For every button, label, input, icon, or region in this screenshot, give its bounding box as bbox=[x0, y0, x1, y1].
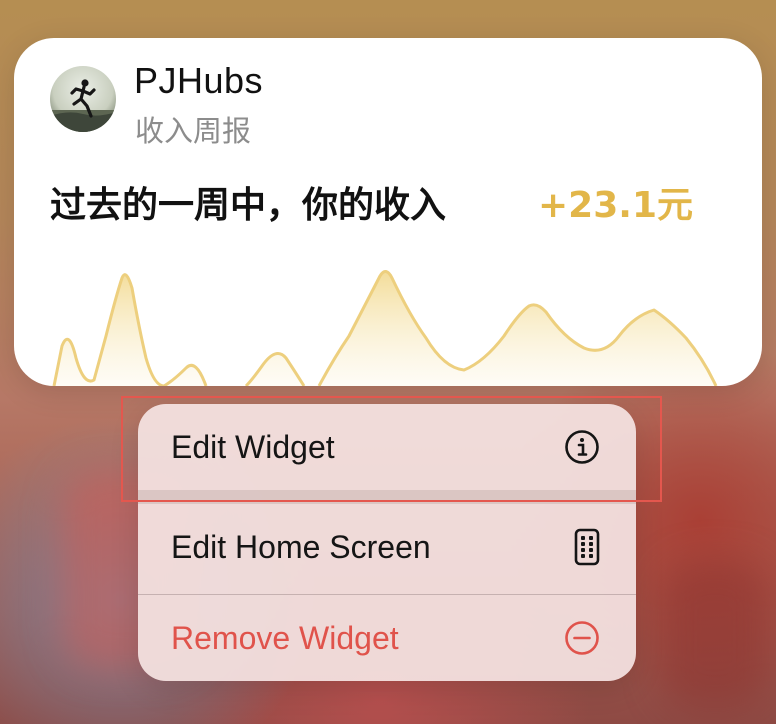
widget-subtitle: 收入周报 bbox=[135, 114, 252, 148]
menu-item-label: Remove Widget bbox=[171, 619, 399, 656]
background-blur bbox=[660, 560, 770, 710]
app-name: PJHubs bbox=[134, 60, 264, 101]
avatar bbox=[50, 66, 116, 132]
income-sparkline bbox=[52, 270, 718, 386]
edit-home-screen-menu-item[interactable]: Edit Home Screen bbox=[138, 504, 636, 590]
runner-avatar-image bbox=[50, 79, 116, 132]
sparkline-area bbox=[54, 271, 716, 386]
phone-grid-icon bbox=[574, 528, 600, 566]
income-summary-text: 过去的一周中，你的收入 bbox=[50, 185, 447, 226]
menu-item-label: Edit Home Screen bbox=[171, 528, 431, 565]
minus-circle-icon bbox=[564, 620, 600, 656]
income-widget[interactable]: PJHubs 收入周报 过去的一周中，你的收入 +23.1元 bbox=[14, 38, 762, 386]
income-amount: +23.1元 bbox=[538, 185, 693, 226]
remove-widget-menu-item[interactable]: Remove Widget bbox=[138, 595, 636, 681]
highlight-box bbox=[121, 396, 662, 502]
